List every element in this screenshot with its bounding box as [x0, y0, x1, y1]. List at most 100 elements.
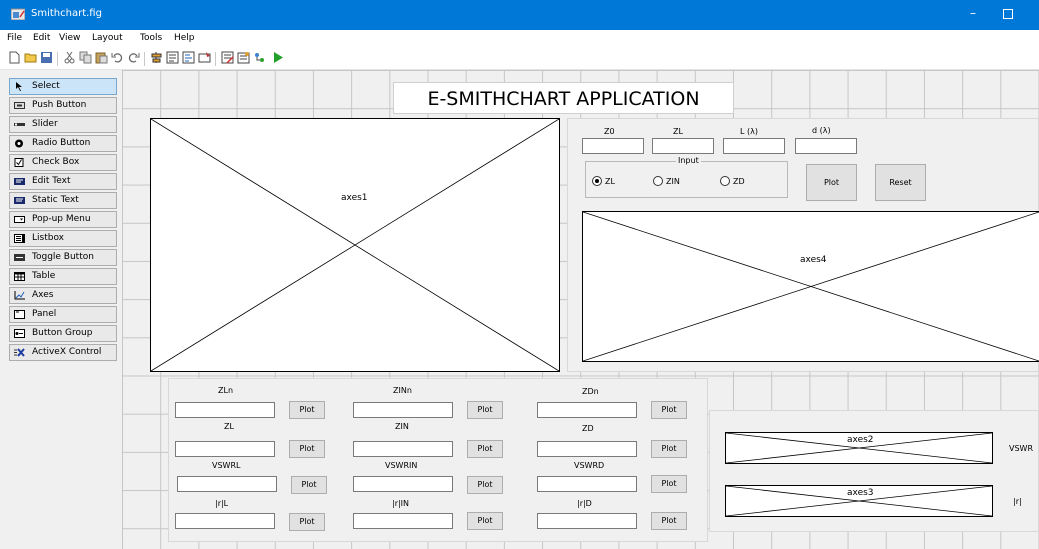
vswrl-output[interactable]: [177, 476, 277, 492]
gamma-l-output[interactable]: [175, 513, 275, 529]
zln-plot-button[interactable]: Plot: [289, 401, 325, 419]
menu-editor-icon[interactable]: [166, 51, 179, 64]
maximize-button[interactable]: [1003, 9, 1013, 19]
input-button-group[interactable]: Input ZL ZIN ZD: [585, 156, 788, 198]
radio-button-icon: [15, 139, 23, 148]
vswrin-plot-button[interactable]: Plot: [467, 476, 503, 494]
zl-input[interactable]: [652, 138, 714, 154]
vswr-panel[interactable]: axes2 VSWR axes3 |r|: [709, 410, 1039, 532]
palette-static-text[interactable]: Static Text: [9, 192, 117, 209]
gamma-in-output[interactable]: [353, 513, 453, 529]
zl-output[interactable]: [175, 441, 275, 457]
panel-icon: [14, 310, 25, 319]
vswrd-plot-button[interactable]: Plot: [651, 475, 687, 493]
zdn-output[interactable]: [537, 402, 637, 418]
zinn-output[interactable]: [353, 402, 453, 418]
zdn-plot-button[interactable]: Plot: [651, 401, 687, 419]
palette-listbox[interactable]: Listbox: [9, 230, 117, 247]
zln-label: ZLn: [218, 386, 234, 395]
palette-button-group[interactable]: Button Group: [9, 325, 117, 342]
axes1[interactable]: axes1: [150, 118, 560, 372]
z0-input[interactable]: [582, 138, 644, 154]
palette-activex-control[interactable]: ActiveX Control: [9, 344, 117, 361]
radio-zl[interactable]: ZL: [592, 176, 615, 186]
paste-icon[interactable]: [95, 51, 108, 64]
vswrd-output[interactable]: [537, 476, 637, 492]
length-label: L (λ): [740, 127, 758, 136]
gamma-d-output[interactable]: [537, 513, 637, 529]
component-palette: Select Push Button Slider Radio Button C…: [0, 70, 122, 549]
check-box-icon: [14, 158, 24, 167]
object-browser-icon[interactable]: [253, 51, 266, 64]
radio-zd-label: ZD: [733, 177, 745, 186]
gamma-d-plot-button[interactable]: Plot: [651, 512, 687, 530]
palette-slider[interactable]: Slider: [9, 116, 117, 133]
palette-radio-button[interactable]: Radio Button: [9, 135, 117, 152]
menu-view[interactable]: View: [59, 33, 80, 43]
vswrl-plot-button[interactable]: Plot: [291, 476, 327, 494]
zinn-plot-button[interactable]: Plot: [467, 401, 503, 419]
axes-icon: [14, 291, 25, 300]
palette-label: Axes: [32, 290, 54, 300]
radio-zin[interactable]: ZIN: [653, 176, 680, 186]
palette-toggle-button[interactable]: Toggle Button: [9, 249, 117, 266]
results-panel[interactable]: ZLn Plot ZL Plot VSWRL Plot |r|L Plot ZI…: [168, 378, 708, 542]
axes3[interactable]: axes3: [725, 485, 993, 517]
app-title-text[interactable]: E-SMITHCHART APPLICATION: [393, 82, 734, 114]
layout-canvas[interactable]: E-SMITHCHART APPLICATION axes1 Z0 ZL L (…: [122, 70, 1039, 549]
palette-select[interactable]: Select: [9, 78, 117, 95]
palette-label: Check Box: [32, 157, 80, 167]
menu-bar: File Edit View Layout Tools Help: [0, 30, 1039, 48]
redo-icon[interactable]: [127, 51, 140, 64]
save-icon[interactable]: [40, 51, 53, 64]
palette-label: Pop-up Menu: [32, 214, 91, 224]
vswrin-output[interactable]: [353, 476, 453, 492]
zd-plot-button[interactable]: Plot: [651, 440, 687, 458]
menu-edit[interactable]: Edit: [33, 33, 50, 43]
input-panel[interactable]: Z0 ZL L (λ) d (λ) Input ZL ZIN ZD Plot R…: [567, 118, 1039, 372]
palette-label: Button Group: [32, 328, 93, 338]
toolbar-editor-icon[interactable]: [198, 51, 211, 64]
gamma-in-plot-button[interactable]: Plot: [467, 512, 503, 530]
new-icon[interactable]: [8, 51, 21, 64]
tab-order-icon[interactable]: [182, 51, 195, 64]
axes2-label: axes2: [847, 435, 874, 445]
palette-push-button[interactable]: Push Button: [9, 97, 117, 114]
zd-result-label: ZD: [582, 424, 594, 433]
palette-panel[interactable]: Panel: [9, 306, 117, 323]
reset-button[interactable]: Reset: [875, 164, 926, 201]
cut-icon[interactable]: [63, 51, 76, 64]
menu-tools[interactable]: Tools: [140, 33, 162, 43]
axes4[interactable]: axes4: [582, 211, 1039, 362]
radio-indicator: [653, 176, 663, 186]
run-icon[interactable]: [271, 51, 284, 64]
plot-button[interactable]: Plot: [806, 164, 857, 201]
palette-popup-menu[interactable]: Pop-up Menu: [9, 211, 117, 228]
editor-icon[interactable]: [221, 51, 234, 64]
zin-plot-button[interactable]: Plot: [467, 440, 503, 458]
menu-help[interactable]: Help: [174, 33, 195, 43]
open-icon[interactable]: [24, 51, 37, 64]
palette-axes[interactable]: Axes: [9, 287, 117, 304]
radio-zd[interactable]: ZD: [720, 176, 745, 186]
undo-icon[interactable]: [111, 51, 124, 64]
property-inspector-icon[interactable]: [237, 51, 250, 64]
align-icon[interactable]: [150, 51, 163, 64]
zinn-label: ZINn: [393, 386, 412, 395]
distance-input[interactable]: [795, 138, 857, 154]
zd-output[interactable]: [537, 441, 637, 457]
palette-table[interactable]: Table: [9, 268, 117, 285]
copy-icon[interactable]: [79, 51, 92, 64]
axes2[interactable]: axes2: [725, 432, 993, 464]
palette-edit-text[interactable]: Edit Text: [9, 173, 117, 190]
palette-check-box[interactable]: Check Box: [9, 154, 117, 171]
vswrin-label: VSWRIN: [385, 461, 418, 470]
gamma-l-plot-button[interactable]: Plot: [289, 513, 325, 531]
zin-output[interactable]: [353, 441, 453, 457]
menu-file[interactable]: File: [7, 33, 22, 43]
zln-output[interactable]: [175, 402, 275, 418]
menu-layout[interactable]: Layout: [92, 33, 123, 43]
length-input[interactable]: [723, 138, 785, 154]
zl-plot-button[interactable]: Plot: [289, 440, 325, 458]
minimize-button[interactable]: –: [963, 6, 983, 22]
